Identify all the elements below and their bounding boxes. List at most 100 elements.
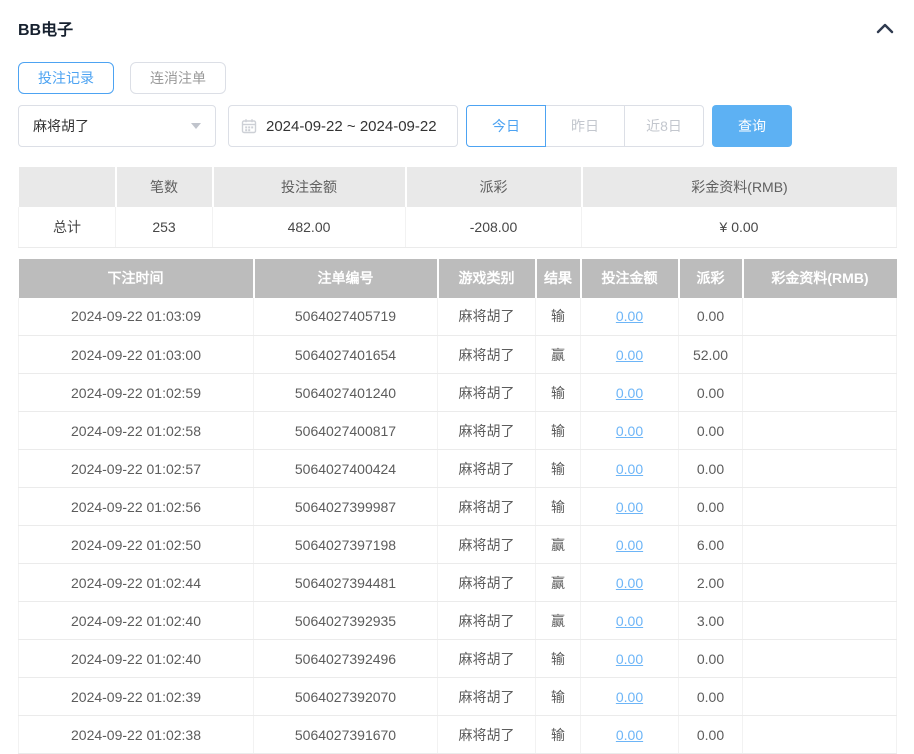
date-range-input[interactable]: 2024-09-22 ~ 2024-09-22 xyxy=(228,105,458,147)
result-cell: 输 xyxy=(536,640,581,678)
table-row: 2024-09-22 01:02:40 5064027392935 麻将胡了 赢… xyxy=(19,602,897,640)
bet-amount-link[interactable]: 0.00 xyxy=(616,385,643,401)
game-type-cell: 麻将胡了 xyxy=(438,450,536,488)
payout-cell: 0.00 xyxy=(679,374,743,412)
table-row: 2024-09-22 01:02:38 5064027391670 麻将胡了 输… xyxy=(19,716,897,754)
game-type-cell: 麻将胡了 xyxy=(438,374,536,412)
bonus-cell xyxy=(743,602,897,640)
game-type-cell: 麻将胡了 xyxy=(438,298,536,336)
bet-id-cell: 5064027391670 xyxy=(254,716,438,754)
payout-cell: 52.00 xyxy=(679,336,743,374)
bet-amount-cell: 0.00 xyxy=(581,336,679,374)
detail-header-row: 下注时间 注单编号 游戏类别 结果 投注金额 派彩 彩金资料(RMB) xyxy=(19,259,897,298)
bet-time-cell: 2024-09-22 01:02:57 xyxy=(19,450,254,488)
result-cell: 输 xyxy=(536,374,581,412)
table-row: 2024-09-22 01:02:59 5064027401240 麻将胡了 输… xyxy=(19,374,897,412)
chevron-up-icon xyxy=(876,22,894,37)
result-cell: 输 xyxy=(536,716,581,754)
last-8-days-button[interactable]: 近8日 xyxy=(624,105,704,147)
bonus-cell xyxy=(743,298,897,336)
tab-cancelled-orders[interactable]: 连消注单 xyxy=(130,62,226,94)
bonus-cell xyxy=(743,374,897,412)
game-select[interactable]: 麻将胡了 xyxy=(18,105,216,147)
game-type-cell: 麻将胡了 xyxy=(438,488,536,526)
bet-amount-cell: 0.00 xyxy=(581,526,679,564)
result-cell: 输 xyxy=(536,450,581,488)
bet-time-cell: 2024-09-22 01:02:44 xyxy=(19,564,254,602)
search-button[interactable]: 查询 xyxy=(712,105,792,147)
table-row: 2024-09-22 01:02:56 5064027399987 麻将胡了 输… xyxy=(19,488,897,526)
caret-down-icon xyxy=(191,123,201,129)
bet-amount-link[interactable]: 0.00 xyxy=(616,499,643,515)
bet-time-cell: 2024-09-22 01:02:58 xyxy=(19,412,254,450)
bet-id-cell: 5064027394481 xyxy=(254,564,438,602)
bet-id-cell: 5064027400817 xyxy=(254,412,438,450)
summary-table: 笔数 投注金额 派彩 彩金资料(RMB) 总计 253 482.00 -208.… xyxy=(18,167,897,248)
bet-id-cell: 5064027399987 xyxy=(254,488,438,526)
summary-header-count: 笔数 xyxy=(116,167,213,207)
bet-id-cell: 5064027405719 xyxy=(254,298,438,336)
bet-id-cell: 5064027392070 xyxy=(254,678,438,716)
bet-amount-cell: 0.00 xyxy=(581,640,679,678)
bet-amount-link[interactable]: 0.00 xyxy=(616,423,643,439)
game-type-cell: 麻将胡了 xyxy=(438,564,536,602)
bet-time-cell: 2024-09-22 01:02:39 xyxy=(19,678,254,716)
bet-amount-link[interactable]: 0.00 xyxy=(616,689,643,705)
game-type-cell: 麻将胡了 xyxy=(438,336,536,374)
bet-amount-link[interactable]: 0.00 xyxy=(616,727,643,743)
bet-time-cell: 2024-09-22 01:02:40 xyxy=(19,640,254,678)
result-cell: 赢 xyxy=(536,336,581,374)
summary-total-count: 253 xyxy=(116,207,213,247)
payout-cell: 0.00 xyxy=(679,640,743,678)
table-row: 2024-09-22 01:02:44 5064027394481 麻将胡了 赢… xyxy=(19,564,897,602)
table-row: 2024-09-22 01:02:57 5064027400424 麻将胡了 输… xyxy=(19,450,897,488)
game-type-cell: 麻将胡了 xyxy=(438,526,536,564)
table-row: 2024-09-22 01:03:00 5064027401654 麻将胡了 赢… xyxy=(19,336,897,374)
bet-amount-link[interactable]: 0.00 xyxy=(616,651,643,667)
bet-time-cell: 2024-09-22 01:02:59 xyxy=(19,374,254,412)
result-cell: 输 xyxy=(536,298,581,336)
bet-amount-cell: 0.00 xyxy=(581,602,679,640)
payout-cell: 0.00 xyxy=(679,450,743,488)
result-cell: 赢 xyxy=(536,564,581,602)
bb-electronics-panel: BB电子 投注记录 连消注单 麻将胡了 2024-09-22 ~ 2024-09… xyxy=(0,16,914,754)
bet-id-cell: 5064027401654 xyxy=(254,336,438,374)
game-type-cell: 麻将胡了 xyxy=(438,678,536,716)
bonus-cell xyxy=(743,450,897,488)
bet-amount-link[interactable]: 0.00 xyxy=(616,537,643,553)
bonus-cell xyxy=(743,336,897,374)
bet-time-cell: 2024-09-22 01:02:38 xyxy=(19,716,254,754)
bonus-cell xyxy=(743,678,897,716)
detail-table-body: 2024-09-22 01:03:09 5064027405719 麻将胡了 输… xyxy=(19,298,897,754)
yesterday-button[interactable]: 昨日 xyxy=(545,105,625,147)
bet-time-cell: 2024-09-22 01:03:09 xyxy=(19,298,254,336)
header-payout: 派彩 xyxy=(679,259,743,298)
game-type-cell: 麻将胡了 xyxy=(438,640,536,678)
payout-cell: 0.00 xyxy=(679,412,743,450)
filter-bar: 麻将胡了 2024-09-22 ~ 2024-09-22 今日 昨日 近8日 查… xyxy=(18,105,896,147)
tab-bar: 投注记录 连消注单 xyxy=(18,62,896,94)
bet-amount-link[interactable]: 0.00 xyxy=(616,575,643,591)
summary-header-bet-amount: 投注金额 xyxy=(213,167,406,207)
payout-cell: 0.00 xyxy=(679,298,743,336)
bet-amount-cell: 0.00 xyxy=(581,298,679,336)
bet-id-cell: 5064027392496 xyxy=(254,640,438,678)
bet-amount-link[interactable]: 0.00 xyxy=(616,347,643,363)
payout-cell: 0.00 xyxy=(679,488,743,526)
tab-bet-records[interactable]: 投注记录 xyxy=(18,62,114,94)
date-range-value: 2024-09-22 ~ 2024-09-22 xyxy=(266,118,437,135)
today-button[interactable]: 今日 xyxy=(466,105,546,147)
summary-total-bonus: ¥ 0.00 xyxy=(582,207,897,247)
game-type-cell: 麻将胡了 xyxy=(438,602,536,640)
header-bet-amount: 投注金额 xyxy=(581,259,679,298)
bet-amount-cell: 0.00 xyxy=(581,564,679,602)
bet-amount-link[interactable]: 0.00 xyxy=(616,308,643,324)
header-bonus: 彩金资料(RMB) xyxy=(743,259,897,298)
collapse-button[interactable] xyxy=(874,21,896,36)
detail-table: 下注时间 注单编号 游戏类别 结果 投注金额 派彩 彩金资料(RMB) 2024… xyxy=(18,259,897,754)
bet-amount-cell: 0.00 xyxy=(581,678,679,716)
bonus-cell xyxy=(743,488,897,526)
bet-amount-link[interactable]: 0.00 xyxy=(616,461,643,477)
bet-amount-link[interactable]: 0.00 xyxy=(616,613,643,629)
summary-header-blank xyxy=(19,167,116,207)
